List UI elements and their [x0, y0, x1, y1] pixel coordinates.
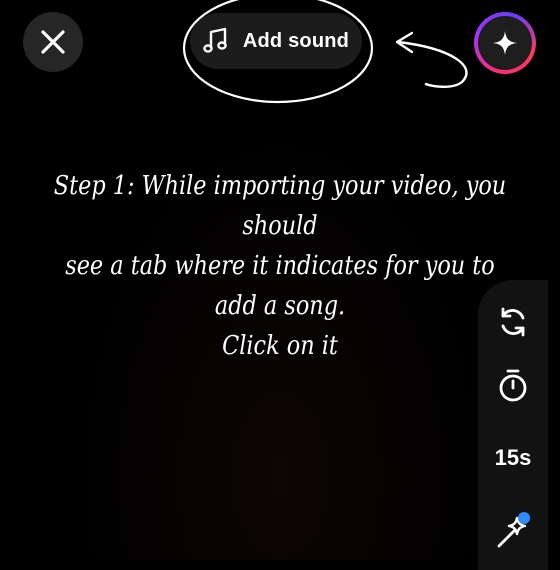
stopwatch-icon	[499, 369, 527, 402]
pointer-arrow	[396, 40, 468, 88]
add-sound-label: Add sound	[242, 29, 350, 52]
pointer-arrowhead	[395, 31, 414, 54]
duration-label: 15s	[494, 445, 532, 470]
duration-button[interactable]: 15s	[478, 430, 548, 486]
timer-button[interactable]	[478, 356, 548, 416]
new-badge-dot	[518, 512, 530, 524]
effects-button[interactable]	[478, 504, 548, 560]
add-sound-button[interactable]: Add sound	[190, 13, 362, 69]
caption-line-2: see a tab where it indicates for you to …	[65, 251, 495, 321]
tutorial-caption: Step 1: While importing your video, you …	[48, 166, 512, 366]
close-button[interactable]	[23, 12, 83, 72]
ai-sparkle-button[interactable]	[474, 12, 536, 74]
caption-line-3: Click on it	[222, 331, 338, 361]
close-icon	[41, 30, 65, 54]
flip-camera-button[interactable]	[478, 292, 548, 352]
sparkle-button-inner	[478, 16, 532, 70]
camera-screen: Add sound Step 1: While importing your v…	[0, 0, 560, 570]
music-note-icon	[203, 27, 227, 53]
camera-side-toolbar: 15s	[478, 280, 548, 570]
sparkle-icon	[493, 31, 517, 55]
caption-line-1: Step 1: While importing your video, you …	[53, 171, 507, 241]
flip-camera-icon	[501, 307, 525, 337]
